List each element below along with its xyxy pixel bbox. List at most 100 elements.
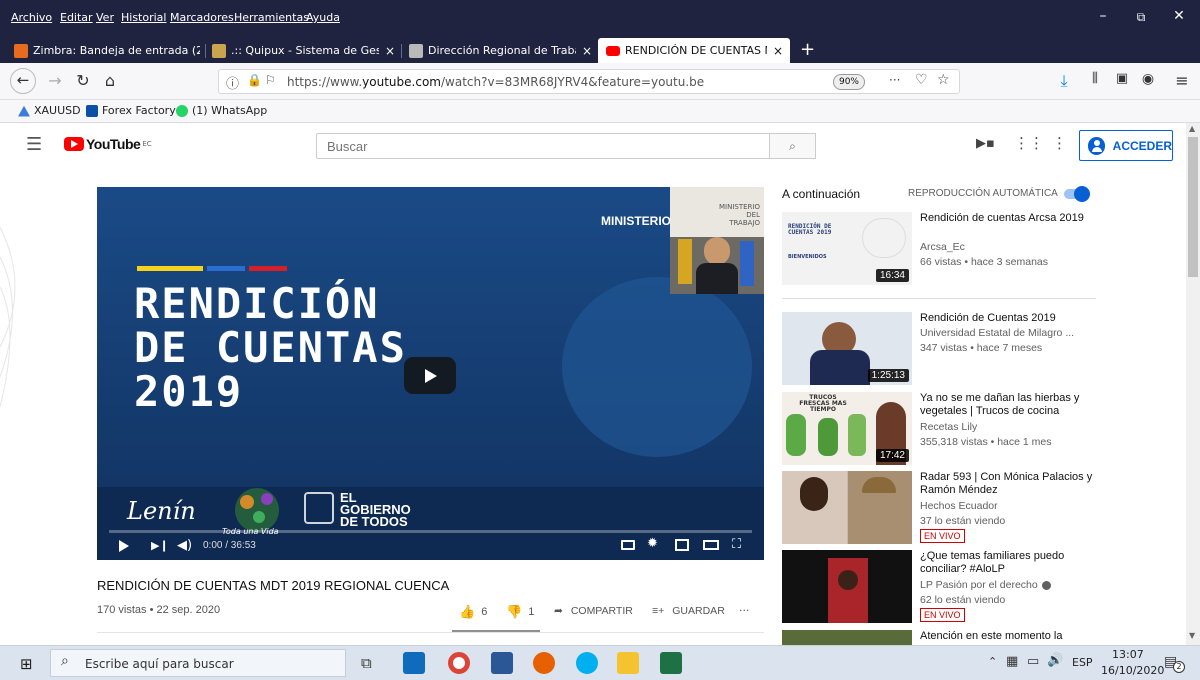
- tab-rendicion[interactable]: RENDICIÓN DE CUENTAS MDT ×: [598, 38, 790, 63]
- outlook-icon[interactable]: [403, 652, 425, 674]
- permissions-icon[interactable]: ⚐: [265, 73, 276, 87]
- settings-gear-icon[interactable]: ✹: [647, 536, 658, 551]
- account-icon[interactable]: ◉: [1136, 71, 1160, 87]
- dislike-count: 1: [528, 606, 535, 618]
- taskbar-search-box[interactable]: ⌕ Escribe aquí para buscar: [50, 649, 346, 677]
- related-video-3[interactable]: TRUCOS FRESCAS MAS TIEMPO 17:42 Ya no se…: [782, 392, 1097, 467]
- page-scrollbar[interactable]: ▲ ▼: [1186, 123, 1200, 645]
- library-icon[interactable]: ⫼: [1083, 71, 1107, 86]
- menu-ayuda[interactable]: Ayuda: [306, 11, 340, 24]
- file-explorer-icon[interactable]: [617, 652, 639, 674]
- related-video-4[interactable]: Radar 593 | Con Mónica Palacios y Ramón …: [782, 471, 1097, 546]
- close-window-icon[interactable]: ✕: [1164, 8, 1194, 24]
- close-tab-icon[interactable]: ×: [582, 44, 592, 58]
- channel-name[interactable]: Recetas Lily: [920, 421, 977, 433]
- menu-editar[interactable]: Editar: [60, 11, 93, 24]
- downloads-icon[interactable]: ⤓: [1052, 71, 1076, 91]
- lock-icon[interactable]: 🔒: [247, 73, 262, 87]
- channel-name[interactable]: Hechos Ecuador: [920, 500, 998, 512]
- dislike-button[interactable]: 👎 1: [506, 604, 534, 620]
- windows-start-icon[interactable]: ⊞: [20, 655, 33, 673]
- related-video-1[interactable]: RENDICIÓN DE CUENTAS 2019 BIENVENIDOS 16…: [782, 212, 1097, 287]
- pocket-icon[interactable]: ♡: [915, 72, 928, 88]
- info-icon[interactable]: ⓘ: [226, 73, 239, 92]
- battery-icon[interactable]: ▭: [1027, 654, 1039, 669]
- apps-grid-icon[interactable]: ⋮⋮: [1014, 134, 1044, 152]
- menu-archivo[interactable]: Archivo: [11, 11, 52, 24]
- close-tab-icon[interactable]: ×: [385, 44, 395, 58]
- video-player[interactable]: MINISTERIO D MINISTERIO DEL TRABAJO REND…: [97, 187, 764, 560]
- bookmark-forex-factory[interactable]: Forex Factory: [86, 104, 176, 117]
- fullscreen-icon[interactable]: ⛶: [732, 537, 741, 552]
- subtitles-icon[interactable]: [621, 540, 635, 550]
- scroll-down-icon[interactable]: ▼: [1189, 631, 1195, 640]
- tab-quipux[interactable]: .:: Quipux - Sistema de Gestión ×: [212, 40, 396, 61]
- search-input[interactable]: [316, 133, 770, 159]
- tab-direccion[interactable]: Dirección Regional de Trabajo y ×: [409, 40, 593, 61]
- video-thumbnail: [782, 550, 912, 623]
- back-icon[interactable]: ←: [10, 68, 36, 94]
- sidebar-icon[interactable]: ▣: [1110, 71, 1134, 86]
- show-hidden-icons-icon[interactable]: ⌃: [988, 655, 997, 668]
- play-button-large[interactable]: [404, 357, 456, 394]
- bookmark-xauusd[interactable]: XAUUSD: [18, 104, 81, 117]
- restore-icon[interactable]: ⧉: [1126, 10, 1156, 25]
- excel-icon[interactable]: [660, 652, 682, 674]
- reload-icon[interactable]: ↻: [71, 71, 95, 90]
- clock-date[interactable]: 16/10/2020: [1101, 664, 1164, 677]
- zoom-indicator[interactable]: 90%: [833, 74, 865, 90]
- gobierno-line3: DE TODOS: [340, 514, 408, 529]
- next-icon[interactable]: ▶❙: [151, 539, 169, 552]
- channel-name[interactable]: Arcsa_Ec: [920, 241, 965, 253]
- network-icon[interactable]: ▦: [1006, 654, 1018, 669]
- clock-time[interactable]: 13:07: [1112, 648, 1144, 661]
- sign-in-button[interactable]: ACCEDER: [1079, 130, 1173, 161]
- menu-herramientas[interactable]: Herramientas: [234, 11, 309, 24]
- duration-badge: 16:34: [875, 269, 909, 282]
- play-icon[interactable]: [119, 540, 129, 552]
- scroll-thumb[interactable]: [1188, 137, 1198, 277]
- settings-more-icon[interactable]: ⋮: [1052, 134, 1067, 152]
- save-button[interactable]: ≡+ GUARDAR: [652, 605, 725, 617]
- task-view-icon[interactable]: ⧉: [361, 654, 372, 672]
- channel-row[interactable]: LP Pasión por el derecho: [920, 579, 1051, 591]
- related-video-2[interactable]: 1:25:13 Rendición de Cuentas 2019 Univer…: [782, 312, 1097, 387]
- forward-icon[interactable]: →: [43, 71, 67, 90]
- address-bar[interactable]: ⓘ 🔒 ⚐ https://www.youtube.com/watch?v=83…: [218, 69, 960, 94]
- minimize-icon[interactable]: –: [1088, 8, 1118, 24]
- menu-historial[interactable]: Historial: [121, 11, 166, 24]
- search-button[interactable]: ⌕: [769, 133, 816, 159]
- menu-marcadores[interactable]: Marcadores: [170, 11, 234, 24]
- new-tab-button[interactable]: +: [800, 39, 815, 60]
- channel-name[interactable]: Universidad Estatal de Milagro ...: [920, 327, 1074, 339]
- close-tab-icon[interactable]: ×: [773, 44, 783, 58]
- word-icon[interactable]: [491, 652, 513, 674]
- bookmark-star-icon[interactable]: ☆: [937, 72, 950, 88]
- create-video-icon[interactable]: ▶▪: [976, 136, 995, 151]
- menu-ver[interactable]: Ver: [96, 11, 114, 24]
- tab-zimbra[interactable]: Zimbra: Bandeja de entrada (2) ×: [14, 40, 200, 61]
- related-video-5[interactable]: ¿Que temas familiares puedo conciliar? #…: [782, 550, 1097, 625]
- skype-icon[interactable]: [576, 652, 598, 674]
- language-indicator[interactable]: ESP: [1072, 656, 1093, 669]
- page-actions-icon[interactable]: ···: [889, 73, 900, 87]
- home-icon[interactable]: ⌂: [98, 71, 122, 90]
- more-actions-icon[interactable]: ···: [739, 604, 750, 617]
- speaker-icon[interactable]: 🔊: [1047, 653, 1063, 668]
- guide-menu-icon[interactable]: ☰: [26, 134, 42, 155]
- theater-mode-icon[interactable]: [703, 540, 719, 550]
- youtube-logo[interactable]: YouTube EC: [64, 136, 152, 152]
- progress-bar[interactable]: [109, 530, 752, 533]
- miniplayer-icon[interactable]: [675, 539, 689, 551]
- notifications-button[interactable]: ▤ 2: [1164, 654, 1185, 673]
- hamburger-menu-icon[interactable]: ≡: [1170, 71, 1194, 90]
- scroll-up-icon[interactable]: ▲: [1189, 124, 1195, 133]
- volume-icon[interactable]: ◀): [177, 538, 192, 553]
- like-button[interactable]: 👍 6: [459, 604, 487, 620]
- firefox-icon[interactable]: [533, 652, 555, 674]
- bookmark-whatsapp[interactable]: (1) WhatsApp: [176, 104, 267, 117]
- related-video-6[interactable]: Atención en este momento la: [782, 630, 1097, 645]
- autoplay-toggle[interactable]: [1064, 186, 1090, 202]
- share-button[interactable]: ➦ COMPARTIR: [554, 605, 633, 617]
- chrome-icon[interactable]: [448, 652, 470, 674]
